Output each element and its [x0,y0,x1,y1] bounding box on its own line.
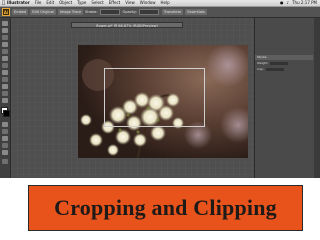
menu-view[interactable]: View [125,0,135,6]
menubar-status: ● ♪ Thu 2:17 PM [277,0,320,6]
pencil-tool-icon[interactable] [2,77,8,82]
title-banner: Cropping and Clipping [28,185,303,231]
workspace-switcher[interactable]: Essentials [185,9,207,15]
opacity-label: Opacity: [122,10,137,14]
crop-rectangle[interactable] [104,68,205,127]
edit-original-button[interactable]: Edit Original [30,9,56,15]
gradient-tool-icon[interactable] [2,122,8,127]
menu-app-name[interactable]: Illustrator [7,0,30,6]
eraser-tool-icon[interactable] [2,84,8,89]
stroke-swatch[interactable] [3,110,10,117]
menu-file[interactable]: File [35,0,42,6]
panel-row-weight: Weight: [255,61,313,66]
panel-row-cap: Cap: [255,67,313,72]
eyedropper-tool-icon[interactable] [2,129,8,134]
control-bar: Ai Embed Edit Original Image Trace Strok… [0,7,320,18]
rectangle-tool-icon[interactable] [2,63,8,68]
scale-tool-icon[interactable] [2,98,8,103]
collapsed-panels-strip[interactable] [314,18,320,178]
opacity-field[interactable] [138,9,159,15]
title-banner-area: Cropping and Clipping [0,178,320,240]
volume-icon[interactable]: ♪ [287,0,290,6]
cap-label: Cap: [257,67,264,71]
blend-tool-icon[interactable] [2,136,8,141]
direct-selection-tool-icon[interactable] [2,28,8,33]
embed-button[interactable]: Embed [12,9,29,15]
zoom-tool-icon[interactable] [2,150,8,155]
pen-tool-icon[interactable] [2,42,8,47]
weight-field[interactable] [270,61,289,65]
screen-mode-icon[interactable] [2,159,8,164]
menu-object[interactable]: Object [59,0,72,6]
menu-type[interactable]: Type [77,0,86,6]
selection-tool-icon[interactable] [2,21,8,26]
tools-panel [0,18,11,178]
menu-help[interactable]: Help [161,0,170,6]
menu-select[interactable]: Select [91,0,103,6]
line-tool-icon[interactable] [2,56,8,61]
transform-button[interactable]: Transform [161,9,184,15]
stroke-label: Stroke: [85,10,98,14]
menu-bar:  Illustrator File Edit Object Type Sele… [0,0,320,7]
document-tab[interactable]: flower.ai* @ 66.67% (RGB/Preview) [71,22,183,28]
stroke-field[interactable] [99,9,120,15]
paintbrush-tool-icon[interactable] [2,70,8,75]
stroke-panel-header[interactable]: Stroke [255,55,313,60]
cap-field[interactable] [265,67,284,71]
banner-title: Cropping and Clipping [54,195,277,220]
menu-window[interactable]: Window [140,0,156,6]
illustrator-logo: Ai [2,8,10,16]
hand-tool-icon[interactable] [2,143,8,148]
menu-edit[interactable]: Edit [46,0,54,6]
apple-icon[interactable]:  [0,0,7,6]
type-tool-icon[interactable] [2,49,8,54]
wifi-icon[interactable]: ● [280,0,284,6]
rotate-tool-icon[interactable] [2,91,8,96]
magic-wand-tool-icon[interactable] [2,35,8,40]
properties-panel [254,18,314,178]
image-trace-button[interactable]: Image Trace [57,9,84,15]
weight-label: Weight: [257,61,269,65]
menubar-clock[interactable]: Thu 2:17 PM [292,0,317,6]
menu-effect[interactable]: Effect [109,0,121,6]
